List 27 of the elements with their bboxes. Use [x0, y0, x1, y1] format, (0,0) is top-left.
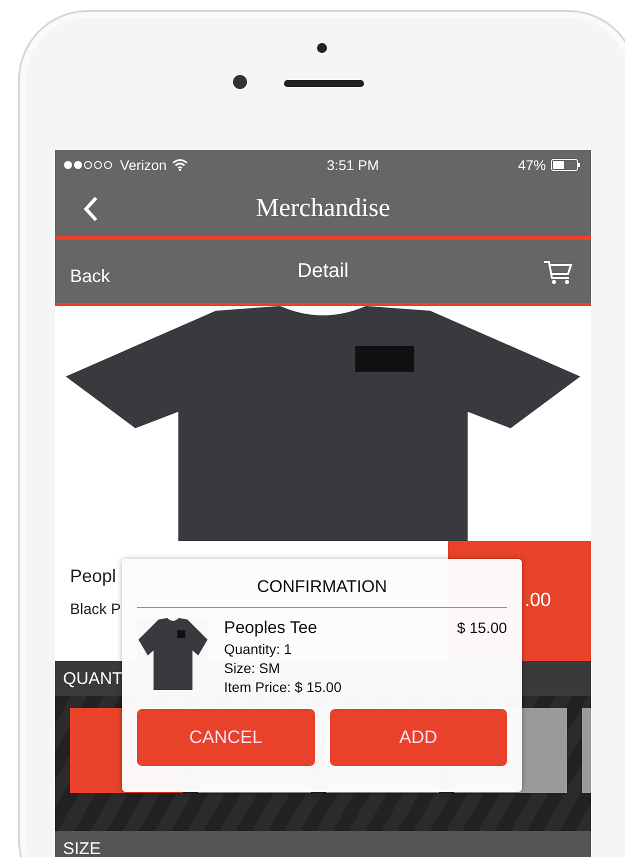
screen-title: Merchandise: [256, 193, 390, 223]
battery-icon: [551, 159, 581, 171]
signal-icon: [63, 160, 115, 170]
section-title: Detail: [297, 260, 349, 283]
quantity-heading: QUANT: [63, 668, 122, 688]
product-name: Peopl: [70, 566, 116, 587]
item-price: $ 15.00: [456, 620, 507, 637]
camera-icon: [233, 75, 247, 89]
product-variant: Black P: [70, 601, 121, 618]
cancel-button[interactable]: CANCEL: [137, 709, 314, 766]
item-detail: Quantity: 1: [224, 641, 293, 657]
cart-icon[interactable]: [543, 260, 573, 286]
add-button[interactable]: ADD: [330, 709, 507, 766]
wifi-icon: [172, 159, 188, 171]
dialog-title: CONFIRMATION: [256, 577, 387, 597]
back-chevron-icon[interactable]: [83, 196, 99, 222]
size-heading: SIZE: [63, 838, 101, 857]
item-name: Peoples Tee: [224, 618, 318, 638]
back-link[interactable]: Back: [70, 266, 110, 287]
battery-percent: 47%: [518, 157, 546, 173]
item-detail: Size: SM: [224, 660, 282, 676]
carrier-name: Verizon: [120, 157, 167, 173]
sensor-icon: [317, 43, 327, 53]
product-price: .00: [524, 590, 551, 612]
clock-time: 3:51 PM: [326, 157, 379, 173]
item-detail: Item Price: $ 15.00: [224, 679, 343, 695]
speaker-icon: [284, 80, 364, 87]
